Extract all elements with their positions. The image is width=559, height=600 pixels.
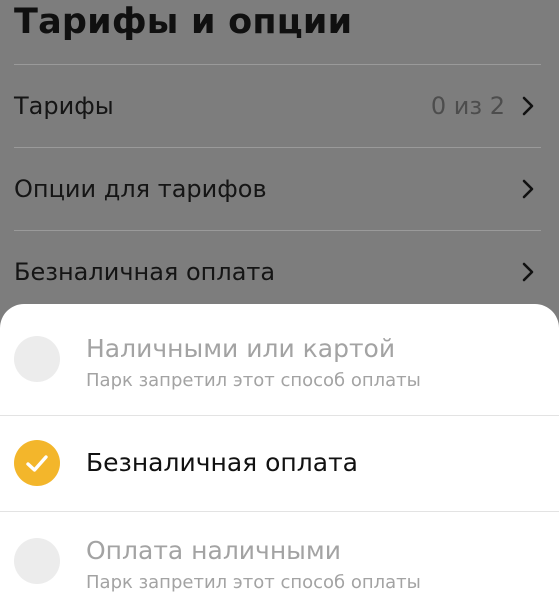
settings-row-cashless-payment[interactable]: Безналичная оплата xyxy=(0,231,559,313)
radio-unchecked-icon xyxy=(14,538,60,584)
payment-method-sheet: Наличными или картой Парк запретил этот … xyxy=(0,304,559,600)
radio-checked-icon xyxy=(14,440,60,486)
payment-option-title: Оплата наличными xyxy=(86,536,342,565)
payment-option-title: Наличными или картой xyxy=(86,334,396,363)
settings-row-tariff-options[interactable]: Опции для тарифов xyxy=(0,148,559,230)
payment-option-subtitle: Парк запретил этот способ оплаты xyxy=(86,572,421,593)
settings-list: Тарифы 0 из 2 Опции для тарифов Безналич… xyxy=(0,64,559,313)
chevron-right-icon xyxy=(522,262,534,282)
settings-row-label: Опции для тарифов xyxy=(14,175,267,203)
payment-option-title: Безналичная оплата xyxy=(86,448,358,477)
payment-option-cashless[interactable]: Безналичная оплата xyxy=(0,416,559,512)
tariffs-count: 0 из 2 xyxy=(430,92,505,120)
payment-option-subtitle: Парк запретил этот способ оплаты xyxy=(86,370,421,391)
settings-screen: Тарифы и опции Тарифы 0 из 2 Опции для т… xyxy=(0,0,559,600)
settings-row-label: Тарифы xyxy=(14,92,114,120)
check-icon xyxy=(26,455,48,472)
chevron-right-icon xyxy=(522,96,534,116)
radio-unchecked-icon xyxy=(14,336,60,382)
settings-row-label: Безналичная оплата xyxy=(14,258,276,286)
page-title: Тарифы и опции xyxy=(14,2,353,42)
chevron-right-icon xyxy=(522,179,534,199)
payment-option-cash-or-card[interactable]: Наличными или картой Парк запретил этот … xyxy=(0,304,559,416)
payment-option-cash[interactable]: Оплата наличными Парк запретил этот спос… xyxy=(0,512,559,600)
settings-row-tariffs[interactable]: Тарифы 0 из 2 xyxy=(0,65,559,147)
